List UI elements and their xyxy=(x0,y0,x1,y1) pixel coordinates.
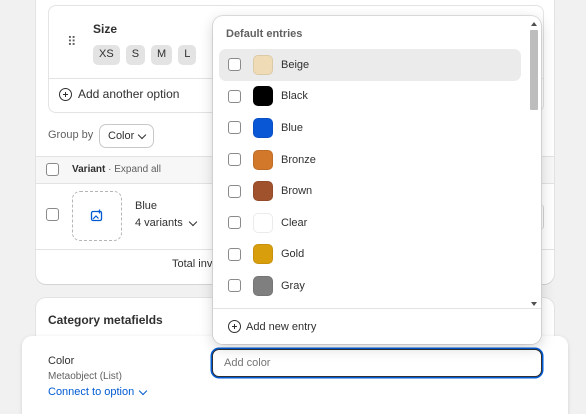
add-new-entry-label: Add new entry xyxy=(246,320,317,333)
entry-label: Clear xyxy=(281,216,308,229)
color-swatch xyxy=(253,117,273,138)
scroll-thumb[interactable] xyxy=(530,30,538,110)
option-value-chip[interactable]: S xyxy=(125,45,146,65)
entry-checkbox[interactable] xyxy=(228,247,241,261)
dropdown-scrollbar[interactable] xyxy=(529,20,539,306)
entry-checkbox[interactable] xyxy=(228,153,241,167)
connect-to-option-label: Connect to option xyxy=(48,386,135,398)
expand-all-link[interactable]: · Expand all xyxy=(108,164,161,175)
option-value-chip[interactable]: M xyxy=(151,45,173,65)
variant-header: Variant · Expand all xyxy=(72,164,161,175)
color-swatch xyxy=(253,275,273,296)
add-another-option-button[interactable]: Add another option xyxy=(59,87,179,101)
select-all-checkbox[interactable] xyxy=(46,163,59,176)
entry-label: Gold xyxy=(281,248,305,261)
add-image-button[interactable] xyxy=(72,191,122,241)
entry-option-clear[interactable]: Clear xyxy=(219,207,521,239)
group-by-label: Group by xyxy=(48,129,94,141)
entry-checkbox[interactable] xyxy=(228,121,241,135)
plus-circle-icon xyxy=(59,87,72,101)
entry-checkbox[interactable] xyxy=(228,58,241,72)
color-swatch xyxy=(253,212,273,233)
entry-label: Blue xyxy=(281,121,304,134)
chevron-down-icon xyxy=(188,217,197,226)
entry-label: Bronze xyxy=(281,153,316,166)
entry-option-brown[interactable]: Brown xyxy=(219,175,521,207)
entry-checkbox[interactable] xyxy=(228,279,241,293)
entry-option-gray[interactable]: Gray xyxy=(219,270,521,302)
option-values: XS S M L xyxy=(93,45,197,65)
entry-checkbox[interactable] xyxy=(228,184,241,198)
entry-label: Beige xyxy=(281,58,310,71)
color-entries-dropdown: Default entries Beige Black Blue Bronze Brow… xyxy=(213,16,541,344)
scroll-up-arrow-icon[interactable] xyxy=(531,22,537,26)
color-swatch xyxy=(253,244,273,265)
entry-label: Gray xyxy=(281,279,305,292)
metafield-label: Color xyxy=(48,355,75,367)
entry-label: Black xyxy=(281,90,308,103)
add-color-input[interactable] xyxy=(212,349,542,377)
option-value-chip[interactable]: L xyxy=(178,45,197,65)
entry-option-blue[interactable]: Blue xyxy=(219,112,521,144)
image-add-icon xyxy=(90,209,103,222)
color-swatch xyxy=(253,54,273,75)
group-by-value: Color xyxy=(108,130,135,142)
entry-option-gold[interactable]: Gold xyxy=(219,239,521,271)
option-name[interactable]: Size xyxy=(93,22,117,36)
chevron-down-icon xyxy=(138,130,147,139)
plus-circle-icon xyxy=(228,320,241,333)
color-swatch xyxy=(253,86,273,107)
entry-checkbox[interactable] xyxy=(228,89,241,103)
entries-list: Beige Black Blue Bronze Brown Clear Gold Gray xyxy=(219,49,521,302)
variant-row-checkbox[interactable] xyxy=(46,208,59,221)
group-by-select[interactable]: Color xyxy=(99,124,155,148)
scroll-down-arrow-icon[interactable] xyxy=(531,302,537,306)
add-new-entry-button[interactable]: Add new entry xyxy=(213,308,541,344)
metafield-type: Metaobject (List) xyxy=(48,371,122,382)
total-inventory-label: Total inv xyxy=(172,258,213,270)
entry-option-beige[interactable]: Beige xyxy=(219,49,521,81)
entry-option-bronze[interactable]: Bronze xyxy=(219,144,521,176)
entry-option-black[interactable]: Black xyxy=(219,81,521,113)
category-metafields-title: Category metafields xyxy=(48,313,163,327)
color-swatch xyxy=(253,149,273,170)
variant-name: Blue xyxy=(135,200,158,212)
drag-handle-icon[interactable]: ⠿ xyxy=(67,35,76,48)
add-another-option-label: Add another option xyxy=(78,87,180,101)
entry-label: Brown xyxy=(281,185,313,198)
variant-count-label: 4 variants xyxy=(135,217,183,229)
option-value-chip[interactable]: XS xyxy=(93,45,120,65)
variant-column-label: Variant xyxy=(72,164,106,175)
chevron-down-icon xyxy=(138,386,148,395)
color-swatch xyxy=(253,181,273,202)
entry-checkbox[interactable] xyxy=(228,216,241,230)
connect-to-option-link[interactable]: Connect to option xyxy=(48,386,148,398)
variant-expand-toggle[interactable]: 4 variants xyxy=(135,217,197,229)
default-entries-heading: Default entries xyxy=(226,28,303,40)
